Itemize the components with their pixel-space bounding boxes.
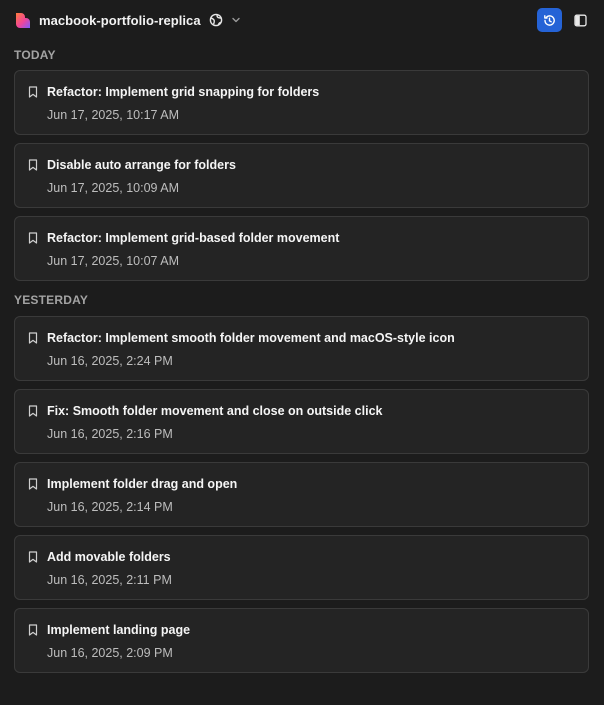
history-item-title: Add movable folders: [47, 550, 171, 564]
section-label-yesterday: YESTERDAY: [14, 293, 89, 307]
history-item[interactable]: Add movable folders Jun 16, 2025, 2:11 P…: [14, 535, 589, 600]
chevron-down-icon[interactable]: [231, 15, 241, 25]
history-item-title: Refactor: Implement grid-based folder mo…: [47, 231, 340, 245]
history-item-time: Jun 16, 2025, 2:14 PM: [47, 500, 173, 514]
bookmark-icon[interactable]: [28, 624, 38, 636]
history-item-time: Jun 16, 2025, 2:24 PM: [47, 354, 173, 368]
history-button[interactable]: [537, 8, 562, 32]
history-item[interactable]: Refactor: Implement smooth folder moveme…: [14, 316, 589, 381]
bookmark-icon[interactable]: [28, 86, 38, 98]
project-name[interactable]: macbook-portfolio-replica: [39, 13, 201, 28]
bookmark-icon[interactable]: [28, 478, 38, 490]
history-item[interactable]: Refactor: Implement grid snapping for fo…: [14, 70, 589, 135]
history-item-title: Refactor: Implement grid snapping for fo…: [47, 85, 320, 99]
sidebar-toggle-button[interactable]: [568, 8, 592, 32]
section-label-today: TODAY: [14, 48, 56, 62]
history-list-today: Refactor: Implement grid snapping for fo…: [0, 70, 604, 281]
history-item-time: Jun 17, 2025, 10:09 AM: [47, 181, 180, 195]
history-item-time: Jun 17, 2025, 10:17 AM: [47, 108, 180, 122]
history-item-time: Jun 16, 2025, 2:11 PM: [47, 573, 172, 587]
history-item[interactable]: Implement landing page Jun 16, 2025, 2:0…: [14, 608, 589, 673]
history-item-title: Implement landing page: [47, 623, 191, 637]
history-item-time: Jun 16, 2025, 2:09 PM: [47, 646, 173, 660]
bookmark-icon[interactable]: [28, 232, 38, 244]
history-clock-icon: [543, 14, 556, 27]
history-list-yesterday: Refactor: Implement smooth folder moveme…: [0, 316, 604, 673]
bookmark-icon[interactable]: [28, 332, 38, 344]
history-item-time: Jun 17, 2025, 10:07 AM: [47, 254, 180, 268]
history-item[interactable]: Refactor: Implement grid-based folder mo…: [14, 216, 589, 281]
bookmark-icon[interactable]: [28, 159, 38, 171]
history-item-time: Jun 16, 2025, 2:16 PM: [47, 427, 173, 441]
bookmark-icon[interactable]: [28, 405, 38, 417]
history-item-title: Implement folder drag and open: [47, 477, 238, 491]
sidebar-toggle-icon: [573, 14, 587, 27]
history-item-title: Refactor: Implement smooth folder moveme…: [47, 331, 455, 345]
globe-icon[interactable]: [209, 13, 223, 27]
history-item-title: Fix: Smooth folder movement and close on…: [47, 404, 383, 418]
panel-header: macbook-portfolio-replica: [0, 0, 604, 40]
bookmark-icon[interactable]: [28, 551, 38, 563]
history-panel: macbook-portfolio-replica TODAY Refactor…: [0, 0, 604, 705]
history-item[interactable]: Fix: Smooth folder movement and close on…: [14, 389, 589, 454]
history-item[interactable]: Implement folder drag and open Jun 16, 2…: [14, 462, 589, 527]
history-item[interactable]: Disable auto arrange for folders Jun 17,…: [14, 143, 589, 208]
history-item-title: Disable auto arrange for folders: [47, 158, 236, 172]
heart-logo-icon: [13, 11, 32, 30]
